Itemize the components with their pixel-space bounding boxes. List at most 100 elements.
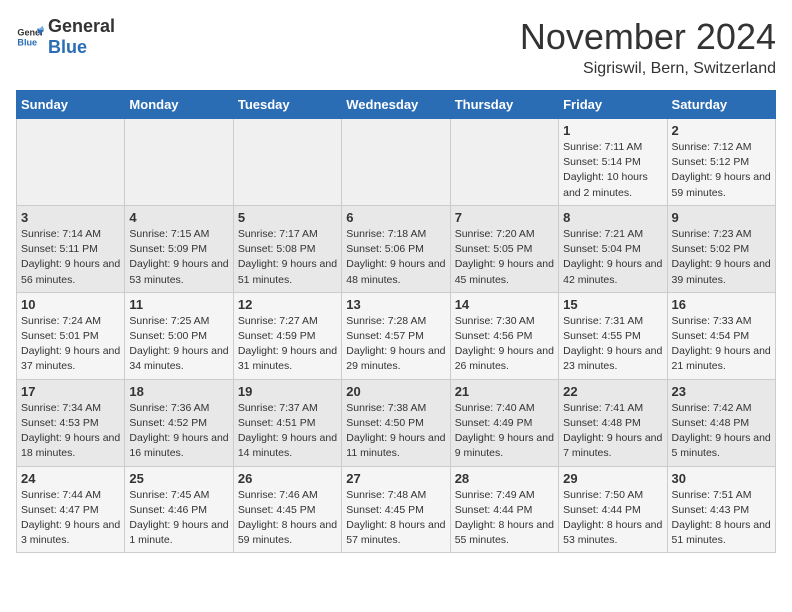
table-row: 26 Sunrise: 7:46 AM Sunset: 4:45 PM Dayli…: [233, 466, 341, 553]
month-title: November 2024: [520, 16, 776, 58]
table-row: 8 Sunrise: 7:21 AM Sunset: 5:04 PM Daylig…: [559, 205, 667, 292]
day-info: Sunrise: 7:45 AM Sunset: 4:46 PM Dayligh…: [129, 488, 228, 549]
day-number: 21: [455, 384, 554, 399]
day-info: Sunrise: 7:40 AM Sunset: 4:49 PM Dayligh…: [455, 401, 554, 462]
page-header: General Blue General Blue November 2024 …: [16, 16, 776, 78]
table-row: 18 Sunrise: 7:36 AM Sunset: 4:52 PM Dayli…: [125, 379, 233, 466]
header-thursday: Thursday: [450, 91, 558, 119]
day-info: Sunrise: 7:34 AM Sunset: 4:53 PM Dayligh…: [21, 401, 120, 462]
header-sunday: Sunday: [17, 91, 125, 119]
day-info: Sunrise: 7:23 AM Sunset: 5:02 PM Dayligh…: [672, 227, 771, 288]
day-number: 17: [21, 384, 120, 399]
day-info: Sunrise: 7:15 AM Sunset: 5:09 PM Dayligh…: [129, 227, 228, 288]
table-row: 16 Sunrise: 7:33 AM Sunset: 4:54 PM Dayli…: [667, 292, 775, 379]
day-info: Sunrise: 7:42 AM Sunset: 4:48 PM Dayligh…: [672, 401, 771, 462]
day-number: 13: [346, 297, 445, 312]
table-row: 3 Sunrise: 7:14 AM Sunset: 5:11 PM Daylig…: [17, 205, 125, 292]
calendar-header: Sunday Monday Tuesday Wednesday Thursday…: [17, 91, 776, 119]
day-number: 23: [672, 384, 771, 399]
table-row: 23 Sunrise: 7:42 AM Sunset: 4:48 PM Dayli…: [667, 379, 775, 466]
day-info: Sunrise: 7:24 AM Sunset: 5:01 PM Dayligh…: [21, 314, 120, 375]
day-number: 10: [21, 297, 120, 312]
day-number: 26: [238, 471, 337, 486]
table-row: 29 Sunrise: 7:50 AM Sunset: 4:44 PM Dayli…: [559, 466, 667, 553]
table-row: 10 Sunrise: 7:24 AM Sunset: 5:01 PM Dayli…: [17, 292, 125, 379]
day-info: Sunrise: 7:21 AM Sunset: 5:04 PM Dayligh…: [563, 227, 662, 288]
table-row: 20 Sunrise: 7:38 AM Sunset: 4:50 PM Dayli…: [342, 379, 450, 466]
day-number: 3: [21, 210, 120, 225]
day-info: Sunrise: 7:51 AM Sunset: 4:43 PM Dayligh…: [672, 488, 771, 549]
day-number: 29: [563, 471, 662, 486]
header-saturday: Saturday: [667, 91, 775, 119]
day-info: Sunrise: 7:20 AM Sunset: 5:05 PM Dayligh…: [455, 227, 554, 288]
header-monday: Monday: [125, 91, 233, 119]
day-number: 25: [129, 471, 228, 486]
logo-blue: Blue: [48, 37, 87, 57]
day-info: Sunrise: 7:37 AM Sunset: 4:51 PM Dayligh…: [238, 401, 337, 462]
day-info: Sunrise: 7:12 AM Sunset: 5:12 PM Dayligh…: [672, 140, 771, 201]
table-row: 22Sunrise: 7:41 AM Sunset: 4:48 PM Dayli…: [559, 379, 667, 466]
day-number: 22: [563, 384, 662, 399]
day-info: Sunrise: 7:36 AM Sunset: 4:52 PM Dayligh…: [129, 401, 228, 462]
day-number: 9: [672, 210, 771, 225]
table-row: [17, 119, 125, 206]
day-info: Sunrise: 7:11 AM Sunset: 5:14 PM Dayligh…: [563, 140, 662, 201]
table-row: [342, 119, 450, 206]
day-number: 15: [563, 297, 662, 312]
day-info: Sunrise: 7:50 AM Sunset: 4:44 PM Dayligh…: [563, 488, 662, 549]
day-info: Sunrise: 7:14 AM Sunset: 5:11 PM Dayligh…: [21, 227, 120, 288]
calendar-body: 1Sunrise: 7:11 AM Sunset: 5:14 PM Daylig…: [17, 119, 776, 553]
logo-icon: General Blue: [16, 23, 44, 51]
day-number: 11: [129, 297, 228, 312]
table-row: 12 Sunrise: 7:27 AM Sunset: 4:59 PM Dayli…: [233, 292, 341, 379]
table-row: 30 Sunrise: 7:51 AM Sunset: 4:43 PM Dayli…: [667, 466, 775, 553]
header-wednesday: Wednesday: [342, 91, 450, 119]
table-row: [233, 119, 341, 206]
table-row: 7 Sunrise: 7:20 AM Sunset: 5:05 PM Daylig…: [450, 205, 558, 292]
table-row: [125, 119, 233, 206]
day-info: Sunrise: 7:25 AM Sunset: 5:00 PM Dayligh…: [129, 314, 228, 375]
table-row: 25 Sunrise: 7:45 AM Sunset: 4:46 PM Dayli…: [125, 466, 233, 553]
day-number: 2: [672, 123, 771, 138]
table-row: 6Sunrise: 7:18 AM Sunset: 5:06 PM Daylig…: [342, 205, 450, 292]
table-row: 1Sunrise: 7:11 AM Sunset: 5:14 PM Daylig…: [559, 119, 667, 206]
table-row: 24 Sunrise: 7:44 AM Sunset: 4:47 PM Dayli…: [17, 466, 125, 553]
table-row: 17 Sunrise: 7:34 AM Sunset: 4:53 PM Dayli…: [17, 379, 125, 466]
logo: General Blue General Blue: [16, 16, 115, 58]
day-info: Sunrise: 7:31 AM Sunset: 4:55 PM Dayligh…: [563, 314, 662, 375]
table-row: 11 Sunrise: 7:25 AM Sunset: 5:00 PM Dayli…: [125, 292, 233, 379]
table-row: 4 Sunrise: 7:15 AM Sunset: 5:09 PM Daylig…: [125, 205, 233, 292]
day-number: 12: [238, 297, 337, 312]
table-row: 19 Sunrise: 7:37 AM Sunset: 4:51 PM Dayli…: [233, 379, 341, 466]
table-row: 14 Sunrise: 7:30 AM Sunset: 4:56 PM Dayli…: [450, 292, 558, 379]
logo-general: General: [48, 16, 115, 36]
day-info: Sunrise: 7:46 AM Sunset: 4:45 PM Dayligh…: [238, 488, 337, 549]
day-number: 7: [455, 210, 554, 225]
location-title: Sigriswil, Bern, Switzerland: [520, 60, 776, 78]
day-number: 24: [21, 471, 120, 486]
day-number: 4: [129, 210, 228, 225]
day-info: Sunrise: 7:38 AM Sunset: 4:50 PM Dayligh…: [346, 401, 445, 462]
table-row: 28Sunrise: 7:49 AM Sunset: 4:44 PM Dayli…: [450, 466, 558, 553]
day-number: 18: [129, 384, 228, 399]
table-row: 13 Sunrise: 7:28 AM Sunset: 4:57 PM Dayli…: [342, 292, 450, 379]
calendar-table: Sunday Monday Tuesday Wednesday Thursday…: [16, 90, 776, 553]
day-number: 14: [455, 297, 554, 312]
day-number: 20: [346, 384, 445, 399]
day-info: Sunrise: 7:28 AM Sunset: 4:57 PM Dayligh…: [346, 314, 445, 375]
table-row: 9 Sunrise: 7:23 AM Sunset: 5:02 PM Daylig…: [667, 205, 775, 292]
table-row: 5Sunrise: 7:17 AM Sunset: 5:08 PM Daylig…: [233, 205, 341, 292]
day-info: Sunrise: 7:30 AM Sunset: 4:56 PM Dayligh…: [455, 314, 554, 375]
day-number: 30: [672, 471, 771, 486]
day-info: Sunrise: 7:27 AM Sunset: 4:59 PM Dayligh…: [238, 314, 337, 375]
day-number: 6: [346, 210, 445, 225]
day-number: 19: [238, 384, 337, 399]
table-row: [450, 119, 558, 206]
table-row: 27Sunrise: 7:48 AM Sunset: 4:45 PM Dayli…: [342, 466, 450, 553]
day-number: 8: [563, 210, 662, 225]
day-info: Sunrise: 7:33 AM Sunset: 4:54 PM Dayligh…: [672, 314, 771, 375]
day-number: 16: [672, 297, 771, 312]
table-row: 21 Sunrise: 7:40 AM Sunset: 4:49 PM Dayli…: [450, 379, 558, 466]
svg-text:Blue: Blue: [17, 37, 37, 47]
day-info: Sunrise: 7:44 AM Sunset: 4:47 PM Dayligh…: [21, 488, 120, 549]
